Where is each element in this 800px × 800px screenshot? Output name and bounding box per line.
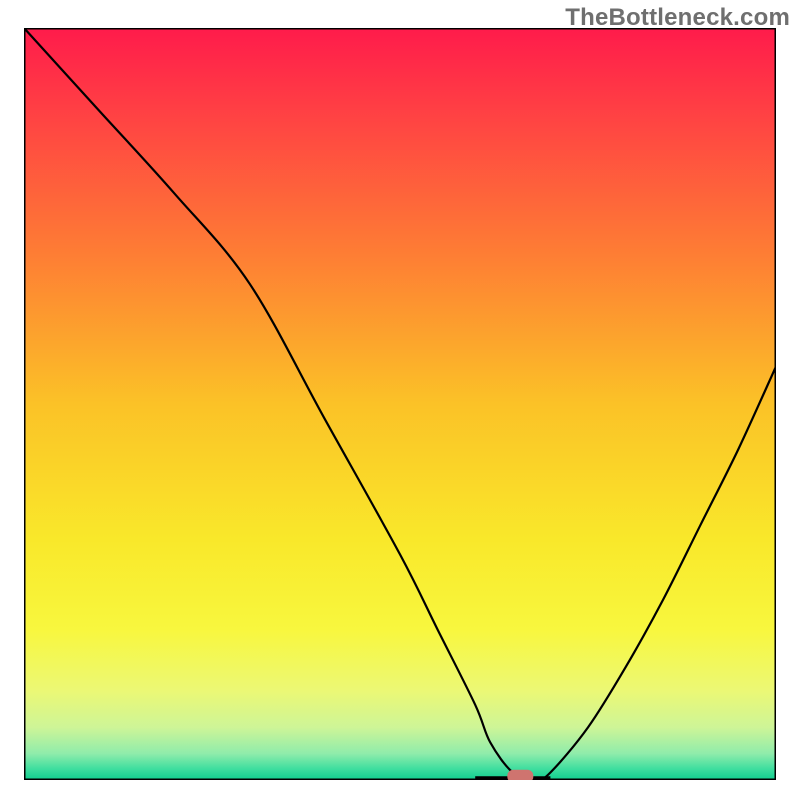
chart-frame: TheBottleneck.com (0, 0, 800, 800)
bottleneck-chart (24, 28, 776, 780)
plot-background (24, 28, 776, 780)
watermark-text: TheBottleneck.com (565, 4, 790, 32)
optimal-point-marker (507, 770, 533, 780)
